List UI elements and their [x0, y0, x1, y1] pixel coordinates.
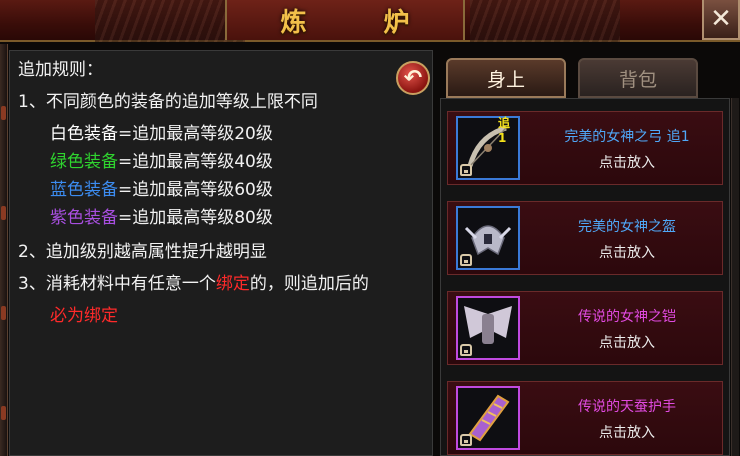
left-frame-edge: [0, 44, 8, 456]
close-icon: ✕: [710, 4, 732, 34]
item-action: 点击放入: [599, 155, 655, 171]
lock-icon: [460, 344, 472, 356]
item-action: 点击放入: [599, 425, 655, 441]
tab-bag-label: 背包: [618, 68, 657, 91]
lock-icon: [460, 434, 472, 446]
item-name: 传说的天蚕护手: [578, 399, 676, 415]
tab-equipped[interactable]: 身上: [446, 58, 566, 98]
bow-icon: 追1: [456, 116, 520, 180]
back-button[interactable]: ↶: [396, 61, 430, 95]
rule-3-suffix: 的，则追加后的: [249, 274, 369, 294]
item-list: 追1 完美的女神之弓 追1 点击放入 完美的女神之盔 点击放入 传说的女神之铠 …: [440, 98, 730, 456]
tier-blue-limit: =追加最高等级60级: [118, 180, 273, 200]
gauntlet-icon: [456, 386, 520, 450]
tab-bag[interactable]: 背包: [578, 58, 698, 98]
lock-icon: [460, 254, 472, 266]
item-name: 完美的女神之弓 追1: [564, 129, 690, 145]
title-ornament-left: [95, 0, 245, 42]
rules-heading: 追加规则：: [18, 60, 103, 80]
title-bar: 炼 炉: [0, 0, 740, 42]
tier-purple: 紫色装备=追加最高等级80级: [50, 207, 273, 229]
title-plate: 炼 炉: [225, 0, 465, 40]
rules-panel: 追加规则： 1、不同颜色的装备的追加等级上限不同 白色装备=追加最高等级20级 …: [9, 50, 433, 456]
rule-3: 3、消耗材料中有任意一个绑定的，则追加后的: [18, 273, 369, 295]
rule-3-bound: 绑定: [215, 274, 250, 294]
tier-purple-name: 紫色装备: [50, 208, 118, 228]
frame-stud: [1, 406, 6, 420]
item-enhance-badge: 追1: [498, 116, 511, 145]
lock-icon: [460, 164, 472, 176]
item-card[interactable]: 传说的天蚕护手 点击放入: [447, 381, 723, 455]
tier-white-name: 白色装备: [50, 124, 118, 144]
item-card[interactable]: 传说的女神之铠 点击放入: [447, 291, 723, 365]
tier-green-limit: =追加最高等级40级: [118, 152, 273, 172]
item-card[interactable]: 追1 完美的女神之弓 追1 点击放入: [447, 111, 723, 185]
helmet-icon: [456, 206, 520, 270]
title-ornament-right: [470, 0, 620, 42]
return-arrow-icon: ↶: [403, 65, 423, 91]
rule-3-end: 必为绑定: [50, 306, 118, 326]
tier-white: 白色装备=追加最高等级20级: [50, 123, 273, 145]
item-name: 传说的女神之铠: [578, 309, 676, 325]
window-title: 炼 炉: [280, 7, 444, 38]
rule-1: 1、不同颜色的装备的追加等级上限不同: [18, 92, 318, 112]
item-action: 点击放入: [599, 335, 655, 351]
winged-armor-icon: [456, 296, 520, 360]
item-card[interactable]: 完美的女神之盔 点击放入: [447, 201, 723, 275]
tier-green-name: 绿色装备: [50, 152, 118, 172]
frame-stud: [1, 206, 6, 220]
tab-equipped-label: 身上: [486, 68, 525, 91]
tier-blue: 蓝色装备=追加最高等级60级: [50, 179, 273, 201]
item-name: 完美的女神之盔: [578, 219, 676, 235]
tier-blue-name: 蓝色装备: [50, 180, 118, 200]
tier-purple-limit: =追加最高等级80级: [118, 208, 273, 228]
frame-stud: [1, 306, 6, 320]
item-list-scrollbar[interactable]: [731, 98, 739, 456]
tier-white-limit: =追加最高等级20级: [118, 124, 273, 144]
tier-green: 绿色装备=追加最高等级40级: [50, 151, 273, 173]
item-action: 点击放入: [599, 245, 655, 261]
rule-2: 2、追加级别越高属性提升越明显: [18, 242, 267, 262]
frame-stud: [1, 106, 6, 120]
rule-3-prefix: 3、消耗材料中有任意一个: [18, 274, 216, 294]
close-button[interactable]: ✕: [702, 0, 740, 40]
